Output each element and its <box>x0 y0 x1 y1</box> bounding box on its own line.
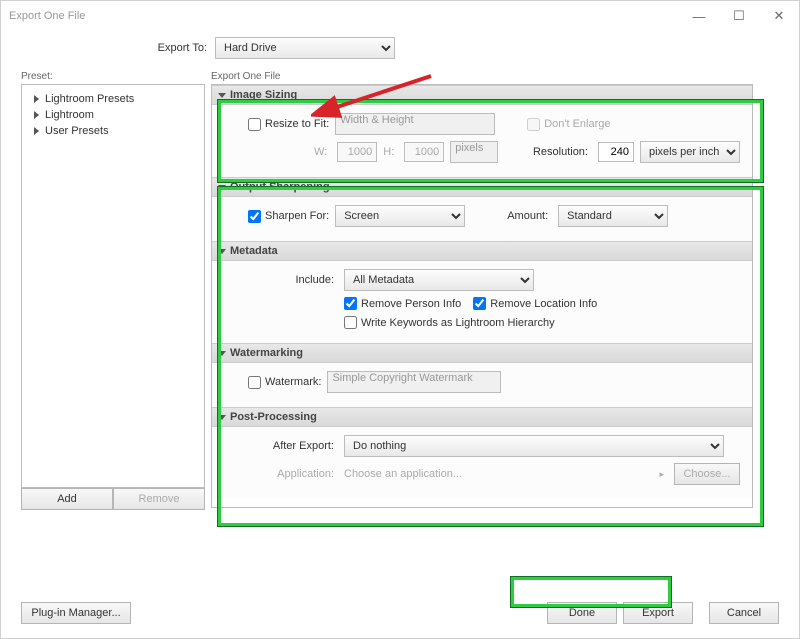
export-dialog: Export One File — ☐ ✕ Export To: Hard Dr… <box>0 0 800 639</box>
titlebar: Export One File — ☐ ✕ <box>1 1 799 31</box>
remove-location-checkbox[interactable]: Remove Location Info <box>473 297 597 310</box>
after-export-label: After Export: <box>224 440 338 452</box>
settings-panel: Image Sizing Resize to Fit: Width & Heig… <box>211 84 753 508</box>
plugin-manager-button[interactable]: Plug-in Manager... <box>21 602 131 624</box>
include-select[interactable]: All Metadata <box>344 269 534 291</box>
export-button[interactable]: Export <box>623 602 693 624</box>
preset-heading: Preset: <box>21 71 205 82</box>
resolution-input[interactable] <box>598 142 634 162</box>
dont-enlarge-checkbox[interactable]: Don't Enlarge <box>527 118 610 131</box>
include-label: Include: <box>224 274 338 286</box>
preset-item[interactable]: Lightroom <box>26 107 200 123</box>
height-label: H: <box>383 146 398 158</box>
chevron-right-icon <box>34 127 39 135</box>
close-button[interactable]: ✕ <box>759 1 799 31</box>
window-title: Export One File <box>9 10 85 22</box>
watermark-checkbox[interactable]: Watermark: <box>248 376 321 389</box>
amount-label: Amount: <box>507 210 552 222</box>
right-heading: Export One File <box>211 71 753 82</box>
width-label: W: <box>314 146 331 158</box>
section-watermarking[interactable]: Watermarking <box>212 343 752 363</box>
add-preset-button[interactable]: Add <box>21 488 113 510</box>
preset-item[interactable]: Lightroom Presets <box>26 91 200 107</box>
resize-mode-select[interactable]: Width & Height <box>335 113 495 135</box>
resolution-units-select[interactable]: pixels per inch <box>640 141 740 163</box>
sharpen-for-select[interactable]: Screen <box>335 205 465 227</box>
chevron-right-icon <box>34 95 39 103</box>
resize-checkbox[interactable]: Resize to Fit: <box>248 118 329 131</box>
section-metadata[interactable]: Metadata <box>212 241 752 261</box>
resolution-label: Resolution: <box>533 146 592 158</box>
chevron-down-icon <box>218 249 226 254</box>
after-export-select[interactable]: Do nothing <box>344 435 724 457</box>
section-post-processing[interactable]: Post-Processing <box>212 407 752 427</box>
minimize-button[interactable]: — <box>679 1 719 31</box>
application-value: Choose an application... <box>344 468 653 480</box>
section-image-sizing[interactable]: Image Sizing <box>212 85 752 105</box>
cancel-button[interactable]: Cancel <box>709 602 779 624</box>
chevron-right-icon <box>34 111 39 119</box>
export-to-label: Export To: <box>41 42 215 54</box>
application-label: Application: <box>224 468 338 480</box>
size-units-select[interactable]: pixels <box>450 141 498 163</box>
watermark-select[interactable]: Simple Copyright Watermark <box>327 371 501 393</box>
chevron-down-icon <box>218 415 226 420</box>
amount-select[interactable]: Standard <box>558 205 668 227</box>
done-button[interactable]: Done <box>547 602 617 624</box>
height-input[interactable] <box>404 142 444 162</box>
chevron-down-icon <box>218 93 226 98</box>
section-sharpening[interactable]: Output Sharpening <box>212 177 752 197</box>
chevron-down-icon <box>218 351 226 356</box>
export-to-select[interactable]: Hard Drive <box>215 37 395 59</box>
maximize-button[interactable]: ☐ <box>719 1 759 31</box>
sharpen-checkbox[interactable]: Sharpen For: <box>248 210 329 223</box>
chevron-right-icon: ▸ <box>659 469 664 480</box>
keywords-checkbox[interactable]: Write Keywords as Lightroom Hierarchy <box>344 316 555 329</box>
remove-preset-button[interactable]: Remove <box>113 488 205 510</box>
preset-list[interactable]: Lightroom Presets Lightroom User Presets <box>21 84 205 488</box>
width-input[interactable] <box>337 142 377 162</box>
remove-person-checkbox[interactable]: Remove Person Info <box>344 297 461 310</box>
choose-app-button[interactable]: Choose... <box>674 463 740 485</box>
preset-item[interactable]: User Presets <box>26 123 200 139</box>
chevron-down-icon <box>218 185 226 190</box>
